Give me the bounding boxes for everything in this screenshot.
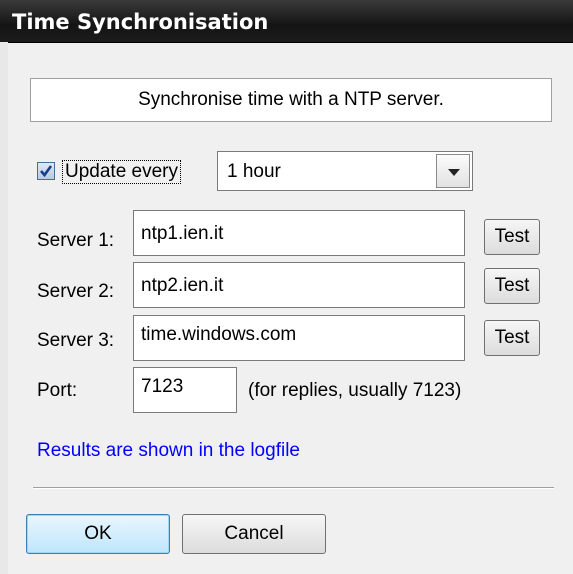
server-1-input[interactable]: ntp1.ien.it: [133, 210, 465, 256]
checkmark-icon: [40, 165, 53, 178]
server-1-label: Server 1:: [37, 230, 115, 251]
ok-button[interactable]: OK: [26, 514, 170, 554]
server-1-test-button[interactable]: Test: [484, 219, 540, 255]
window-title: Time Synchronisation: [12, 10, 269, 34]
cancel-button[interactable]: Cancel: [182, 514, 326, 554]
server-3-label: Server 3:: [37, 330, 115, 351]
divider: [33, 487, 554, 489]
title-bar[interactable]: Time Synchronisation: [0, 0, 573, 43]
results-logfile-link[interactable]: Results are shown in the logfile: [37, 440, 300, 462]
description-banner: Synchronise time with a NTP server.: [30, 78, 552, 122]
interval-value: 1 hour: [227, 161, 281, 182]
server-2-input[interactable]: ntp2.ien.it: [133, 262, 465, 308]
update-every-checkbox[interactable]: [37, 162, 55, 180]
interval-select[interactable]: 1 hour: [217, 151, 473, 191]
left-edge: [0, 42, 8, 574]
port-label: Port:: [37, 380, 78, 401]
chevron-down-icon[interactable]: [436, 154, 470, 188]
port-input[interactable]: 7123: [133, 367, 237, 413]
update-every-label[interactable]: Update every: [62, 160, 182, 184]
time-sync-dialog: Time Synchronisation Synchronise time wi…: [0, 0, 573, 574]
port-hint: (for replies, usually 7123): [248, 380, 462, 401]
server-2-test-button[interactable]: Test: [484, 268, 540, 304]
server-3-test-button[interactable]: Test: [484, 320, 540, 356]
server-3-input[interactable]: time.windows.com: [133, 315, 465, 361]
server-2-label: Server 2:: [37, 281, 115, 302]
